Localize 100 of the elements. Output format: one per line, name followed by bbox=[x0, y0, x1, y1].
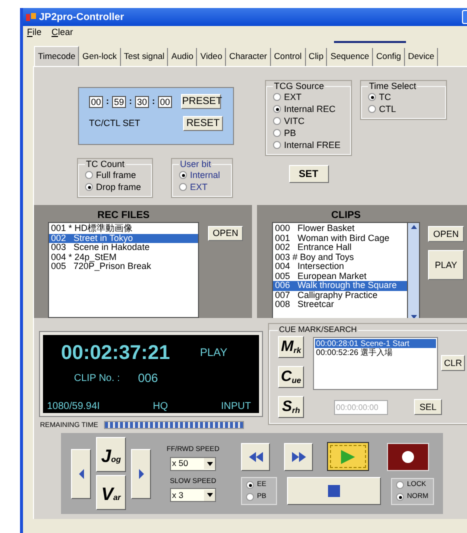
timecode-field[interactable]: 00 bbox=[89, 96, 104, 108]
list-item[interactable]: 007 Calligraphy Practice bbox=[273, 290, 407, 300]
timecode-field[interactable]: 00 bbox=[158, 96, 172, 108]
play-icon bbox=[341, 450, 355, 464]
radio-button[interactable] bbox=[246, 481, 254, 489]
group-title: TC Count bbox=[85, 159, 126, 169]
group-title: User bit bbox=[179, 159, 212, 169]
list-item[interactable]: 002 Street in Tokyo bbox=[49, 234, 198, 243]
jog-right-button[interactable] bbox=[131, 448, 151, 498]
speed-value: x 50 bbox=[172, 457, 188, 470]
right-triangle-icon bbox=[138, 468, 144, 478]
quality-label: HQ bbox=[152, 400, 168, 414]
button[interactable]: SEL bbox=[414, 399, 442, 415]
timecode-field[interactable]: 59 bbox=[112, 96, 126, 108]
panel-title: REC FILES bbox=[97, 209, 150, 222]
rewind-icon bbox=[248, 452, 262, 462]
radio-label: Drop frame bbox=[96, 181, 142, 193]
button[interactable]: RESET bbox=[183, 116, 223, 131]
record-button[interactable] bbox=[387, 442, 429, 470]
radio-button[interactable] bbox=[179, 183, 187, 191]
panel-title: CLIPS bbox=[331, 209, 361, 222]
list-item[interactable]: 004 * 24p_StEM bbox=[49, 252, 198, 262]
letter-button[interactable]: Srh bbox=[278, 396, 304, 418]
radio-button[interactable] bbox=[273, 105, 281, 113]
radio-label: Internal bbox=[190, 169, 220, 181]
list-item[interactable]: 005 720P_Prison Break bbox=[49, 262, 198, 272]
radio-label: EXT bbox=[190, 181, 208, 193]
letter-button[interactable]: Cue bbox=[278, 366, 304, 388]
list-item[interactable]: 00:00:28:01 Scene-1 Start bbox=[315, 339, 436, 348]
clip-number-label: CLIP No. : bbox=[74, 372, 120, 386]
speed-dropdown[interactable]: x 50 bbox=[170, 456, 216, 470]
button[interactable]: PRESET bbox=[181, 94, 222, 109]
play-button[interactable] bbox=[327, 442, 369, 471]
radio-button[interactable] bbox=[273, 141, 281, 149]
button[interactable]: OPEN bbox=[428, 226, 464, 242]
tab-indicator-bar bbox=[334, 41, 406, 43]
menu-item[interactable]: File bbox=[27, 28, 42, 37]
list-item[interactable]: 001 Woman with Bird Cage bbox=[273, 234, 407, 243]
radio-button[interactable] bbox=[368, 105, 376, 113]
speed-dropdown[interactable]: x 3 bbox=[170, 488, 216, 502]
list-item[interactable]: 003 Scene in Hakodate bbox=[49, 243, 198, 252]
radio-button[interactable] bbox=[368, 93, 376, 101]
radio-label: CTL bbox=[379, 103, 396, 115]
list-item[interactable]: 005 European Market bbox=[273, 272, 407, 281]
stop-button[interactable] bbox=[287, 477, 381, 505]
speed-value: x 3 bbox=[172, 488, 184, 502]
radio-label: TC bbox=[379, 91, 391, 103]
group-title: Time Select bbox=[368, 81, 418, 91]
radio-button[interactable] bbox=[246, 493, 254, 501]
letter-button[interactable]: Mrk bbox=[278, 336, 304, 358]
list-item[interactable]: 00:00:52:26 選手入場 bbox=[315, 348, 436, 357]
scrollbar[interactable] bbox=[408, 222, 420, 318]
rewind-button[interactable] bbox=[241, 442, 270, 470]
list-item[interactable]: 004 Intersection bbox=[273, 262, 407, 272]
list-item[interactable]: 000 Flower Basket bbox=[273, 224, 407, 234]
record-icon bbox=[402, 450, 414, 462]
separator-text: : bbox=[106, 94, 110, 108]
radio-button[interactable] bbox=[179, 171, 187, 179]
radio-button[interactable] bbox=[85, 171, 93, 179]
radio-label: Internal FREE bbox=[284, 139, 341, 151]
list-item[interactable]: 006 Walk through the Square bbox=[273, 281, 407, 290]
radio-button[interactable] bbox=[273, 117, 281, 125]
window-title: JP2pro-Controller bbox=[39, 10, 124, 24]
radio-button[interactable] bbox=[396, 481, 404, 489]
video-format: 1080/59.94I bbox=[47, 400, 100, 414]
button[interactable]: OPEN bbox=[208, 226, 243, 241]
fast-forward-button[interactable] bbox=[284, 442, 313, 470]
list-item[interactable]: 002 Entrance Hall bbox=[273, 243, 407, 252]
radio-label: Full frame bbox=[96, 169, 136, 181]
button[interactable]: CLR bbox=[441, 355, 465, 371]
list-item[interactable]: 001 * HD標準動画像 bbox=[49, 224, 198, 234]
letter-button[interactable]: Var bbox=[96, 475, 126, 510]
list-item[interactable]: 003 # Boy and Toys bbox=[273, 252, 407, 262]
separator-text: : bbox=[152, 94, 156, 108]
radio-label: VITC bbox=[284, 115, 305, 127]
stop-icon bbox=[328, 485, 340, 497]
fast-forward-icon bbox=[292, 452, 306, 462]
display-time: 00:02:37:21 bbox=[61, 343, 170, 363]
radio-label: PB bbox=[284, 127, 296, 139]
scroll-down-icon[interactable] bbox=[410, 315, 416, 318]
radio-button[interactable] bbox=[273, 93, 281, 101]
jog-left-button[interactable] bbox=[71, 448, 91, 498]
clip-number: 006 bbox=[138, 370, 158, 387]
source-label: INPUT bbox=[220, 400, 251, 414]
group-title: CUE MARK/SEARCH bbox=[278, 324, 358, 336]
display-status: PLAY bbox=[200, 346, 228, 361]
radio-button[interactable] bbox=[85, 183, 93, 191]
radio-button[interactable] bbox=[396, 493, 404, 501]
search-field[interactable]: 00:00:00:00 bbox=[334, 400, 388, 414]
tab[interactable]: Timecode bbox=[34, 46, 80, 66]
left-triangle-icon bbox=[78, 468, 84, 478]
button[interactable]: PLAY bbox=[428, 250, 464, 280]
scroll-up-icon[interactable] bbox=[410, 225, 416, 229]
menu-item[interactable]: Clear bbox=[52, 28, 74, 37]
radio-label: EXT bbox=[284, 91, 302, 103]
list-item[interactable]: 008 Streetcar bbox=[273, 300, 407, 310]
radio-button[interactable] bbox=[273, 129, 281, 137]
letter-button[interactable]: Jog bbox=[96, 437, 126, 472]
set-button[interactable]: SET bbox=[288, 165, 328, 183]
timecode-field[interactable]: 30 bbox=[135, 96, 150, 108]
